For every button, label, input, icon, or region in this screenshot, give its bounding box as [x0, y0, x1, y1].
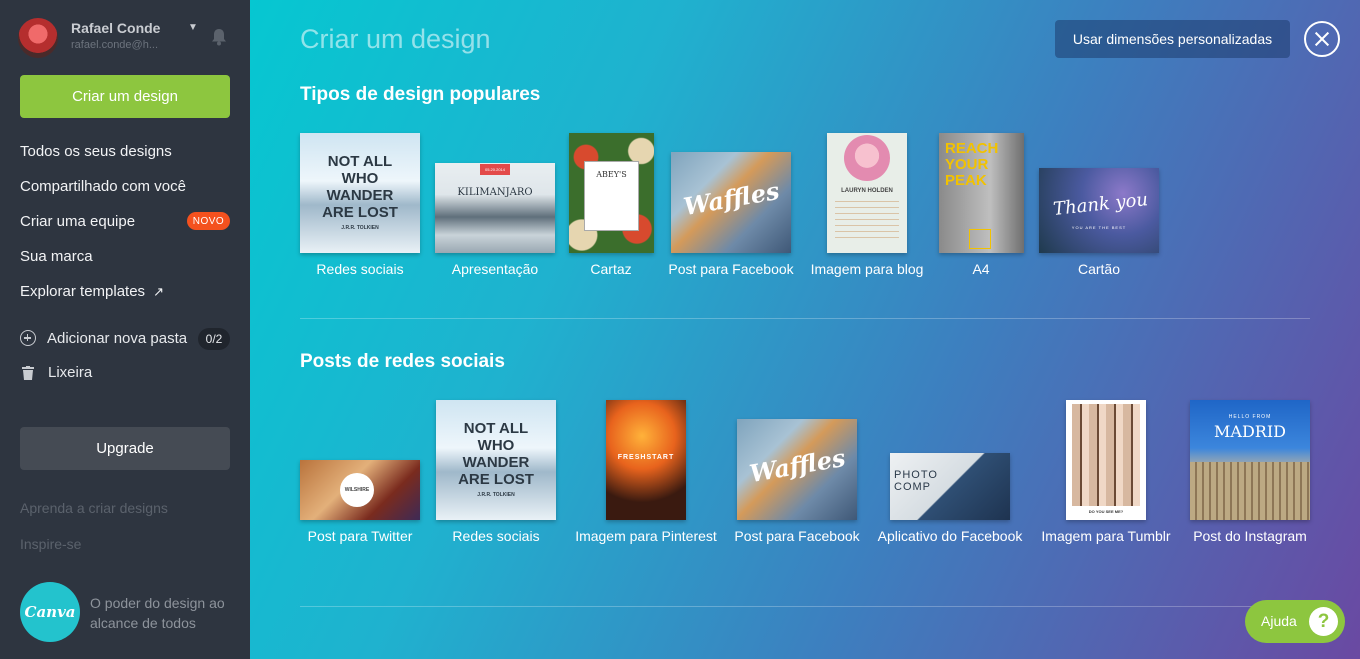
- bell-icon[interactable]: [211, 28, 227, 46]
- thumbnail-text: Waffles: [681, 175, 782, 222]
- design-type-label: Imagem para blog: [810, 261, 924, 277]
- thumbnail-text: KILIMANJARO: [457, 187, 533, 198]
- tagline: O poder do design ao alcance de todos: [90, 595, 225, 631]
- design-type-label: A4: [972, 261, 990, 277]
- help-button[interactable]: Ajuda ?: [1245, 600, 1345, 643]
- design-type-label: Cartão: [1077, 261, 1121, 277]
- thumbnail: DO YOU SEE ME?: [1066, 400, 1146, 520]
- thumbnail-text: ABEY'S: [596, 170, 627, 179]
- thumbnail-text: Waffles: [747, 442, 848, 489]
- design-type-label: Cartaz: [590, 261, 632, 277]
- thumbnail: HELLO FROM MADRID: [1190, 400, 1310, 520]
- avatar[interactable]: [18, 18, 58, 58]
- thumbnail: NOT ALL WHO WANDER ARE LOST J.R.R. TOLKI…: [436, 400, 556, 520]
- user-name: Rafael Conde: [71, 20, 161, 36]
- thumbnail-subtext: YOU ARE THE BEST: [1071, 225, 1127, 230]
- thumbnail-photo: [844, 135, 890, 181]
- thumbnail-art: [1072, 404, 1140, 506]
- upgrade-button[interactable]: Upgrade: [20, 427, 230, 470]
- close-icon[interactable]: [1304, 21, 1340, 57]
- sidebar-item-brand[interactable]: Sua marca: [20, 248, 93, 265]
- thumbnail-text: LAURYN HOLDEN: [841, 188, 893, 194]
- thumbnail-text: MADRID: [1214, 422, 1286, 441]
- page-title: Criar um design: [300, 24, 491, 54]
- design-type-label: Post do Instagram: [1193, 528, 1307, 544]
- design-type-label: Imagem para Tumblr: [1041, 528, 1171, 544]
- thumbnail: FRESHSTART: [606, 400, 686, 520]
- section-divider: [300, 318, 1310, 319]
- thumbnail-subtext: J.R.R. TOLKIEN: [341, 225, 379, 231]
- thumbnail-text: Thank you: [1052, 189, 1149, 220]
- thumbnail-card: ABEY'S: [584, 161, 639, 231]
- design-type-label: Post para Facebook: [734, 528, 860, 544]
- inspire-link[interactable]: Inspire-se: [20, 536, 81, 552]
- thumbnail: WILSHIRE: [300, 460, 420, 520]
- design-type-label: Redes sociais: [452, 528, 540, 544]
- thumbnail: NOT ALL WHO WANDER ARE LOST J.R.R. TOLKI…: [300, 133, 420, 253]
- thumbnail: PHOTO COMP: [890, 453, 1010, 520]
- thumbnail-art: [1190, 462, 1310, 520]
- user-menu[interactable]: Rafael Conde rafael.conde@h... ▼: [18, 18, 233, 58]
- design-type-label: Imagem para Pinterest: [575, 528, 717, 544]
- add-folder-label: Adicionar nova pasta: [47, 330, 188, 347]
- thumbnail-text: NOT ALL WHO WANDER ARE LOST: [458, 420, 534, 488]
- learn-design-link[interactable]: Aprenda a criar designs: [20, 500, 168, 516]
- social-section-title: Posts de redes sociais: [300, 351, 505, 372]
- section-divider: [300, 606, 1310, 607]
- sidebar-item-create-team[interactable]: Criar uma equipe: [20, 213, 135, 230]
- sidebar-item-label: Explorar templates: [20, 283, 146, 300]
- thumbnail-lines: [835, 201, 899, 241]
- thumbnail-text: REACH YOUR PEAK: [945, 140, 999, 189]
- canva-logo[interactable]: Canva: [20, 582, 80, 642]
- sidebar-item-shared[interactable]: Compartilhado com você: [20, 178, 186, 195]
- thumbnail-text: FRESHSTART: [617, 454, 675, 461]
- thumbnail: LAURYN HOLDEN: [827, 133, 907, 253]
- design-type-label: Redes sociais: [316, 261, 404, 277]
- sidebar-item-explore-templates[interactable]: Explorar templates ↗: [20, 283, 164, 300]
- design-type-label: Aplicativo do Facebook: [877, 528, 1023, 544]
- popular-section-title: Tipos de design populares: [300, 84, 541, 105]
- add-folder-button[interactable]: Adicionar nova pasta 0/2: [20, 328, 230, 350]
- thumbnail-box: [969, 229, 991, 249]
- plus-circle-icon: [20, 330, 36, 346]
- thumbnail: 05.20.2014 KILIMANJARO: [435, 163, 555, 253]
- chevron-down-icon[interactable]: ▼: [188, 22, 198, 33]
- trash-label: Lixeira: [48, 364, 93, 381]
- sidebar-item-all-designs[interactable]: Todos os seus designs: [20, 143, 172, 160]
- create-design-button[interactable]: Criar um design: [20, 75, 230, 118]
- trash-icon: [22, 366, 34, 380]
- design-type-label: Post para Facebook: [668, 261, 794, 277]
- thumbnail-text: DO YOU SEE ME?: [1088, 509, 1124, 514]
- user-email: rafael.conde@h...: [71, 39, 158, 51]
- thumbnail-text: WILSHIRE: [340, 473, 374, 507]
- sidebar: Rafael Conde rafael.conde@h... ▼ Criar u…: [0, 0, 250, 659]
- question-icon: ?: [1309, 607, 1338, 636]
- thumbnail-subtext: J.R.R. TOLKIEN: [477, 492, 515, 498]
- design-type-label: Post para Twitter: [307, 528, 413, 544]
- thumbnail-subtext: HELLO FROM: [1228, 414, 1272, 420]
- main-panel: Criar um design Usar dimensões personali…: [250, 0, 1360, 659]
- thumbnail: REACH YOUR PEAK: [939, 133, 1024, 253]
- thumbnail-text: PHOTO COMP: [894, 469, 938, 493]
- folder-count: 0/2: [198, 328, 230, 350]
- external-link-icon: ↗: [153, 284, 164, 299]
- thumbnail-text: NOT ALL WHO WANDER ARE LOST: [322, 153, 398, 221]
- design-type-label: Apresentação: [451, 261, 539, 277]
- thumbnail-date: 05.20.2014: [480, 164, 510, 175]
- thumbnail: Waffles: [737, 419, 857, 520]
- thumbnail: Waffles: [671, 152, 791, 253]
- custom-dimensions-button[interactable]: Usar dimensões personalizadas: [1055, 20, 1290, 58]
- thumbnail: ABEY'S: [569, 133, 654, 253]
- new-badge: NOVO: [187, 212, 230, 230]
- help-label: Ajuda: [1261, 613, 1297, 629]
- thumbnail: Thank you YOU ARE THE BEST: [1039, 168, 1159, 253]
